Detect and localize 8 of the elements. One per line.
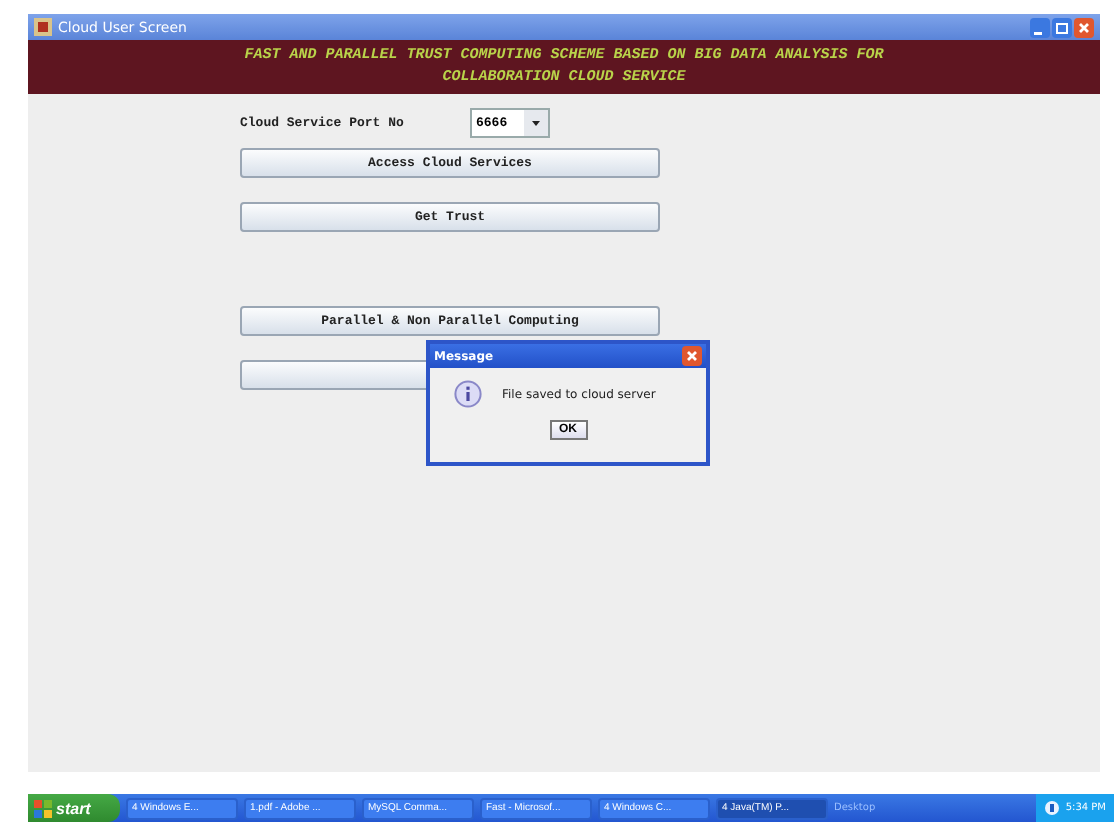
minimize-button[interactable] [1030,17,1050,37]
info-icon [454,380,482,408]
close-button[interactable] [1074,17,1094,37]
flag-icon [34,799,52,817]
app-icon [34,18,52,36]
restore-button[interactable] [1052,17,1072,37]
close-button[interactable] [682,346,702,366]
start-button[interactable]: start [28,794,120,822]
